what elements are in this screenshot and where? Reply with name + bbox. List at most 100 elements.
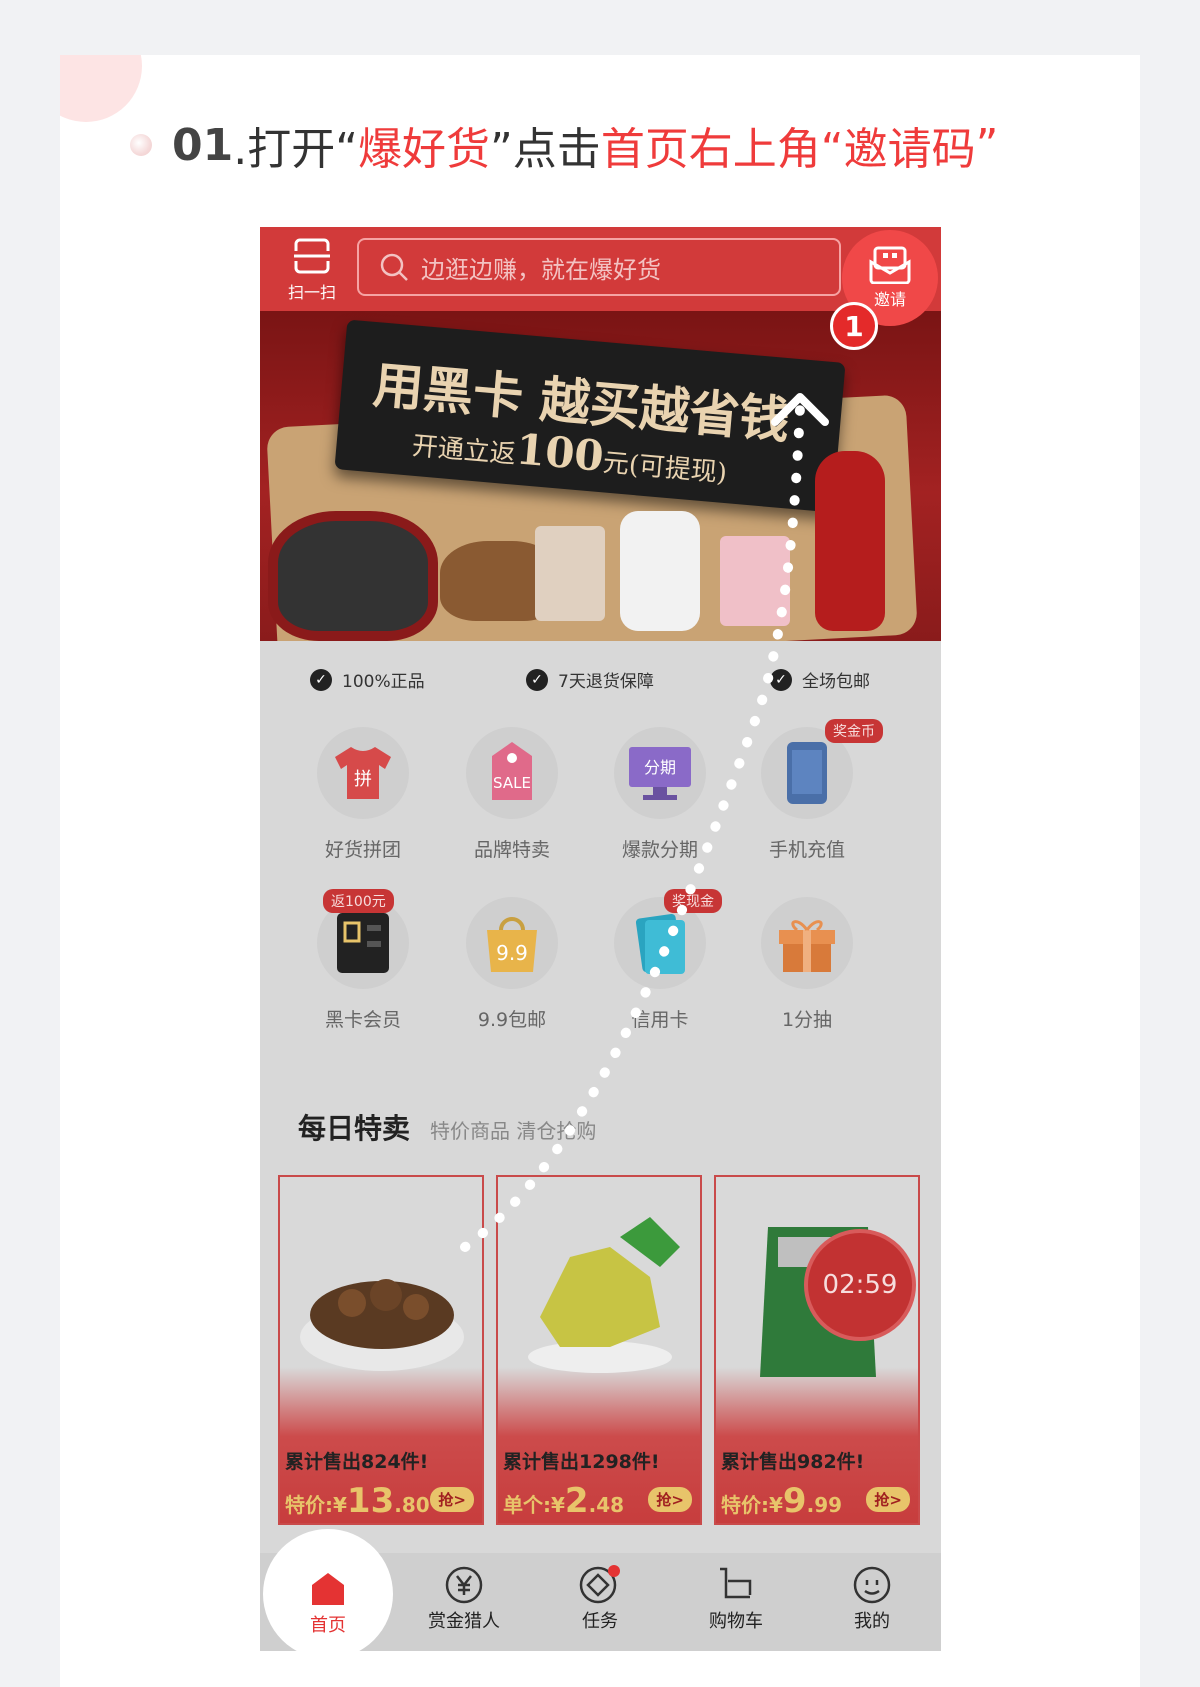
price-label: 单个:¥ [503,1493,565,1517]
category-label: 1分抽 [781,1009,833,1031]
category-label: 手机充值 [768,839,845,861]
price-main: 9 [782,1481,807,1521]
step-location: 首页右上角“邀请码 [600,124,976,175]
phone-screenshot: 扫一扫 边逛边赚，就在爆好货 邀请 1 用黑卡 越买越省钱 开通立返100元(可… [260,227,941,1651]
product-price: 单个:¥2.48 [503,1481,624,1521]
daily-sale-header: 每日特卖 特价商品 清仓抢购 [298,1107,596,1147]
price-label: 特价:¥ [721,1493,783,1517]
step-text-2: ”点击 [490,124,601,175]
price-decimal: .48 [588,1493,625,1517]
step-text-1: .打开“ [233,124,359,175]
guarantee-label: 7天退货保障 [558,672,654,692]
guarantee-label: 全场包邮 [802,672,870,692]
product-card[interactable]: 累计售出982件! 特价:¥9.99 抢> [714,1175,920,1525]
dimmed-content: ✓ 100%正品 ✓ 7天退货保障 ✓ 全场包邮 拼 好货拼团 SALE 品牌特… [260,641,941,1651]
category-label: 好货拼团 [324,839,401,861]
tab-home[interactable]: 首页 [263,1529,393,1651]
guarantee-label: 100%正品 [342,672,425,692]
bag-icon: 9.9 [466,897,558,989]
bottom-tab-bar: 首页 赏金猎人 任务 购物车 我的 [260,1529,941,1651]
price-label: 特价:¥ [285,1493,347,1517]
daily-sale-subtitle: 特价商品 清仓抢购 [430,1119,597,1143]
category-installment[interactable]: 分期 爆款分期 [590,727,730,862]
step-app-name: 爆好货 [358,124,491,175]
product-sold-count: 累计售出982件! [721,1451,865,1473]
category-credit-card[interactable]: 奖现金 信用卡 [590,889,730,1032]
sale-tag-icon: SALE [466,727,558,819]
starfruit-image [528,1217,680,1373]
vacuum-image [268,511,438,641]
bullet-icon [130,134,152,156]
check-icon: ✓ [526,668,548,691]
tab-label: 赏金猎人 [428,1611,500,1632]
tab-tasks[interactable]: 任务 [532,1553,668,1651]
category-label: 爆款分期 [621,839,698,861]
snack-bag-image [535,526,605,621]
price-decimal: .80 [394,1493,430,1517]
scan-label: 扫一扫 [287,283,336,302]
scan-button[interactable]: 扫一扫 [282,237,342,303]
buy-button[interactable]: 抢> [866,1487,910,1512]
search-input[interactable]: 边逛边赚，就在爆好货 [357,238,841,296]
countdown-timer: 02:59 [804,1229,916,1341]
product-card[interactable]: 累计售出1298件! 单个:¥2.48 抢> [496,1175,702,1525]
promo-banner[interactable]: 用黑卡 越买越省钱 开通立返100元(可提现) [260,311,941,641]
category-label: 品牌特卖 [473,839,550,861]
banner-sub-amount: 100 [514,424,606,481]
category-black-card[interactable]: 返100元 黑卡会员 [293,889,433,1032]
category-phone-topup[interactable]: 奖金币 手机充值 [737,719,883,862]
tab-label: 我的 [854,1611,890,1632]
banner-sub-suffix: 元(可提现) [601,447,729,489]
category-free-shipping[interactable]: 9.9 9.9包邮 [442,897,582,1032]
search-icon [380,253,408,281]
svg-text:分期: 分期 [644,758,676,777]
decorative-blob [60,55,142,122]
tab-label: 任务 [582,1611,618,1632]
mask-pack-image [720,536,790,626]
tab-mine[interactable]: 我的 [804,1553,940,1651]
search-placeholder: 边逛边赚，就在爆好货 [421,255,661,284]
cart-icon [720,1567,752,1599]
app-top-bar: 扫一扫 边逛边赚，就在爆好货 [260,227,941,311]
shirt-icon: 拼 [317,727,409,819]
guarantee-free-shipping: ✓ 全场包邮 [770,667,870,692]
step-text-3: ” [975,119,999,171]
guarantee-authentic: ✓ 100%正品 [310,667,425,692]
svg-text:拼: 拼 [354,769,372,790]
price-main: 2 [564,1481,589,1521]
detergent-image [620,511,700,631]
category-badge: 返100元 [323,889,394,913]
monitor-icon: 分期 [614,727,706,819]
mushroom-bowl-image [300,1279,464,1371]
step-number: 01 [172,119,234,171]
price-main: 13 [346,1481,395,1521]
tab-bounty-hunter[interactable]: 赏金猎人 [396,1553,532,1651]
step-title: 01 .打开“ 爆好货 ”点击 首页右上角“邀请码 ” [130,115,998,175]
category-label: 信用卡 [631,1009,689,1031]
smile-face-icon [853,1566,891,1604]
category-brand-sale[interactable]: SALE 品牌特卖 [442,727,582,862]
check-icon: ✓ [770,668,792,691]
callout-number-badge: 1 [830,302,878,350]
shaver-image [815,451,885,631]
product-price: 特价:¥9.99 [721,1481,842,1521]
svg-text:9.9: 9.9 [496,941,528,965]
banner-sub-prefix: 开通立返 [410,431,517,471]
home-icon [312,1573,344,1605]
tab-label: 首页 [310,1615,346,1636]
category-group-buy[interactable]: 拼 好货拼团 [293,727,433,862]
buy-button[interactable]: 抢> [430,1487,474,1512]
category-lucky-draw[interactable]: 1分抽 [737,897,877,1032]
product-card[interactable]: 累计售出824件! 特价:¥13.80 抢> [278,1175,484,1525]
svg-text:SALE: SALE [493,774,531,792]
daily-sale-title: 每日特卖 [298,1112,411,1145]
category-label: 黑卡会员 [324,1009,401,1031]
product-sold-count: 累计售出824件! [285,1451,429,1473]
gift-icon [761,897,853,989]
yuan-coin-icon [445,1566,483,1604]
buy-button[interactable]: 抢> [648,1487,692,1512]
invite-code-icon [869,246,911,284]
category-badge: 奖现金 [664,889,722,913]
tab-cart[interactable]: 购物车 [668,1553,804,1651]
tab-label: 购物车 [709,1611,763,1632]
